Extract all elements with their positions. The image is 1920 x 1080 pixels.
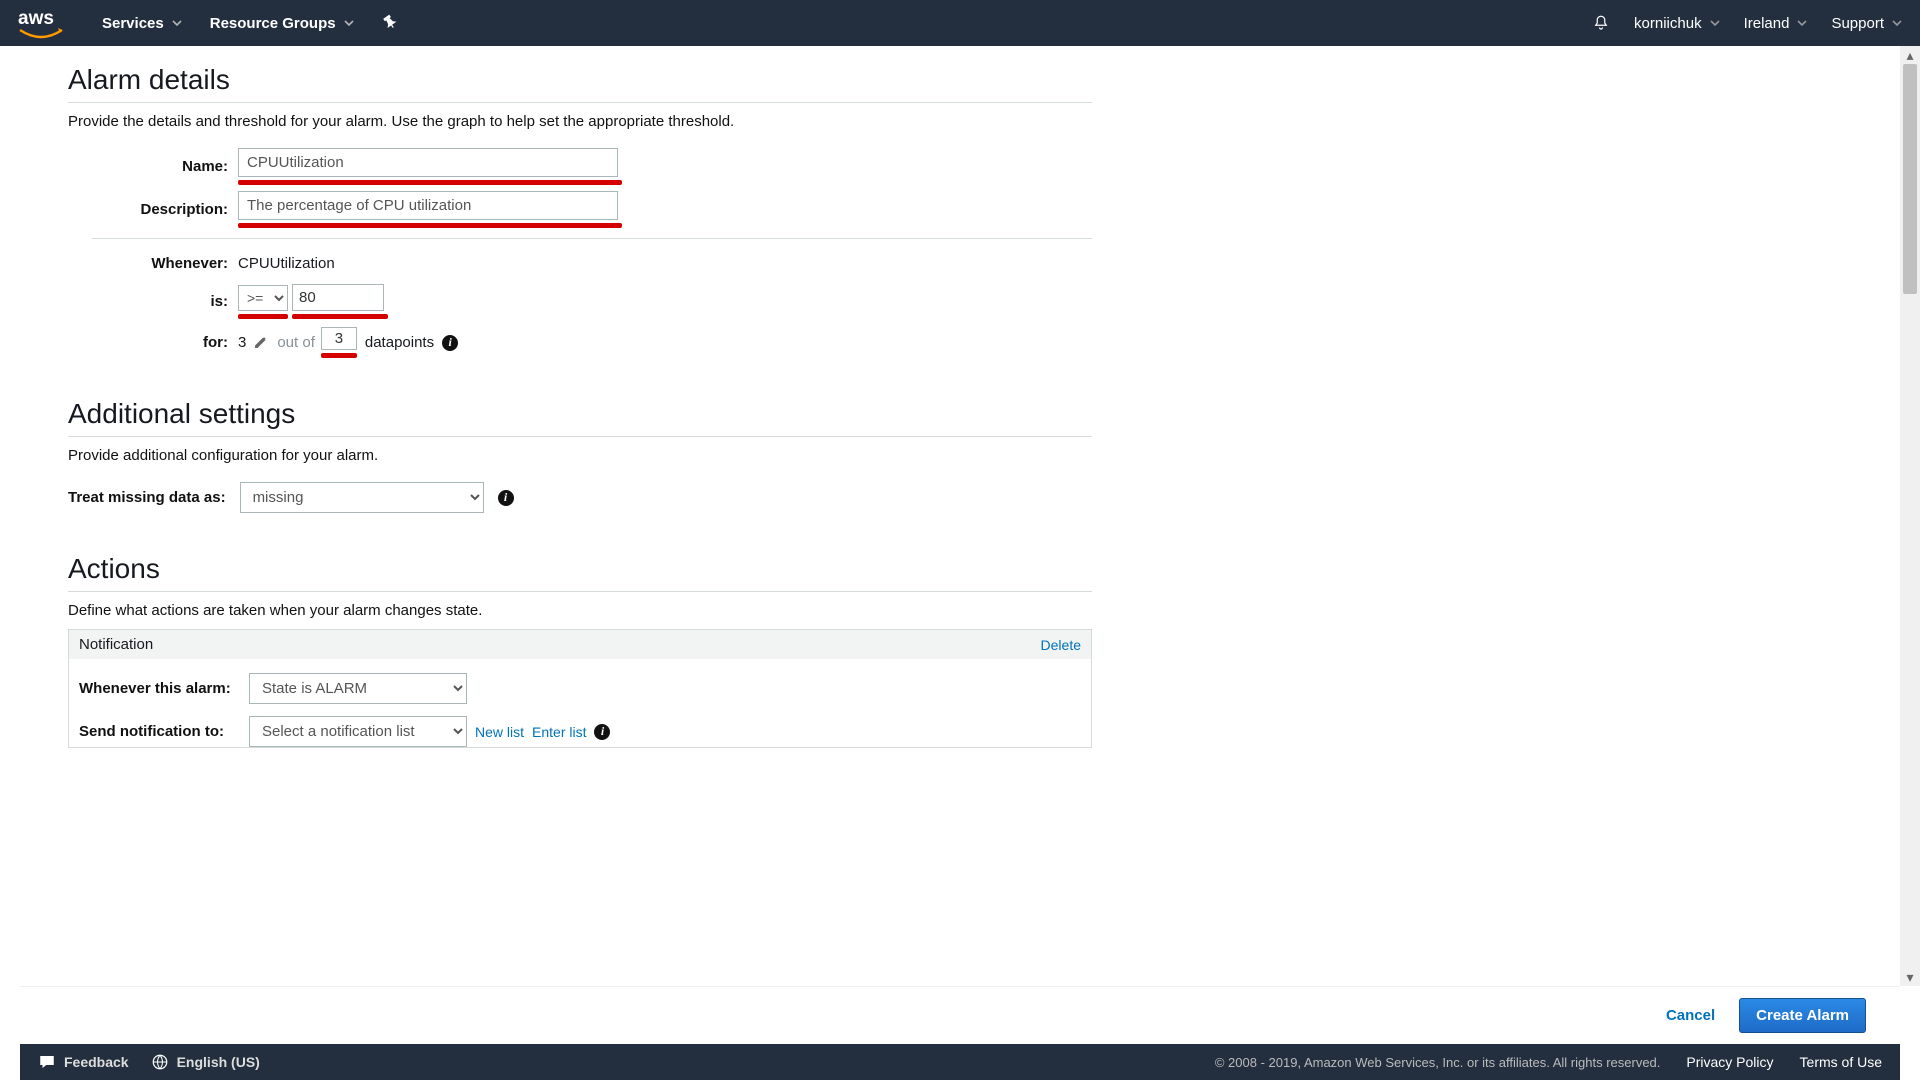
treat-missing-label: Treat missing data as: bbox=[68, 489, 240, 506]
additional-settings-desc: Provide additional configuration for you… bbox=[68, 447, 1092, 464]
notification-panel-header: Notification Delete bbox=[69, 630, 1091, 659]
create-alarm-button[interactable]: Create Alarm bbox=[1739, 998, 1866, 1033]
nav-user-label: korniichuk bbox=[1634, 15, 1702, 32]
content: Alarm details Provide the details and th… bbox=[68, 46, 1092, 748]
nav-region[interactable]: Ireland bbox=[1744, 15, 1808, 32]
additional-settings-form: Treat missing data as: missing i bbox=[68, 482, 1092, 513]
highlight-underline bbox=[321, 353, 357, 358]
highlight-underline bbox=[292, 314, 388, 319]
nav-region-label: Ireland bbox=[1744, 15, 1790, 32]
feedback-link[interactable]: Feedback bbox=[38, 1053, 129, 1071]
nav-support[interactable]: Support bbox=[1831, 15, 1902, 32]
aws-logo-text: aws bbox=[18, 8, 54, 29]
privacy-policy-link[interactable]: Privacy Policy bbox=[1686, 1054, 1773, 1070]
alarm-details-form: Name: Description: Whenever: CPUUtilizat… bbox=[68, 148, 1092, 358]
out-of-text: out of bbox=[277, 334, 315, 351]
whenever-label: Whenever: bbox=[68, 255, 238, 272]
notification-panel-body: Whenever this alarm: State is ALARM Send… bbox=[69, 659, 1091, 747]
pencil-icon[interactable] bbox=[254, 336, 267, 349]
for-label: for: bbox=[68, 334, 238, 351]
info-icon[interactable]: i bbox=[498, 490, 514, 506]
comparator-select[interactable]: >= bbox=[238, 285, 288, 311]
chevron-down-icon bbox=[1710, 15, 1720, 32]
nav-support-label: Support bbox=[1831, 15, 1884, 32]
alarm-details-desc: Provide the details and threshold for yo… bbox=[68, 113, 1092, 130]
top-nav: aws Services Resource Groups korniichuk … bbox=[0, 0, 1920, 46]
datapoints-text: datapoints bbox=[365, 334, 434, 351]
info-icon[interactable]: i bbox=[594, 724, 610, 740]
footer: Feedback English (US) © 2008 - 2019, Ama… bbox=[20, 1044, 1900, 1080]
main-scroll-area: Alarm details Provide the details and th… bbox=[20, 46, 1900, 986]
whenever-alarm-select[interactable]: State is ALARM bbox=[249, 673, 467, 704]
scroll-down-arrow[interactable]: ▾ bbox=[1900, 968, 1920, 986]
chevron-down-icon bbox=[344, 15, 354, 32]
alarm-details-title: Alarm details bbox=[68, 64, 1092, 103]
divider bbox=[92, 238, 1092, 239]
language-label: English (US) bbox=[177, 1054, 260, 1070]
whenever-metric: CPUUtilization bbox=[238, 255, 335, 272]
highlight-underline bbox=[238, 223, 622, 228]
nav-resource-groups[interactable]: Resource Groups bbox=[210, 15, 354, 32]
highlight-underline bbox=[238, 180, 622, 185]
enter-list-link[interactable]: Enter list bbox=[532, 724, 586, 740]
info-icon[interactable]: i bbox=[442, 335, 458, 351]
language-selector[interactable]: English (US) bbox=[151, 1053, 260, 1071]
actions-title: Actions bbox=[68, 553, 1092, 592]
highlight-underline bbox=[238, 314, 288, 319]
nav-notifications[interactable] bbox=[1592, 14, 1610, 32]
threshold-input[interactable] bbox=[292, 284, 384, 311]
terms-of-use-link[interactable]: Terms of Use bbox=[1800, 1054, 1882, 1070]
aws-logo[interactable]: aws bbox=[18, 8, 64, 38]
treat-missing-select[interactable]: missing bbox=[240, 482, 484, 513]
globe-icon bbox=[151, 1053, 169, 1071]
nav-right: korniichuk Ireland Support bbox=[1568, 14, 1902, 32]
nav-services[interactable]: Services bbox=[102, 15, 182, 32]
bell-icon bbox=[1592, 14, 1610, 32]
feedback-label: Feedback bbox=[64, 1054, 129, 1070]
for-n: 3 bbox=[238, 334, 246, 351]
alarm-description-input[interactable] bbox=[238, 191, 618, 220]
cancel-button[interactable]: Cancel bbox=[1666, 1007, 1715, 1024]
new-list-link[interactable]: New list bbox=[475, 724, 524, 740]
is-label: is: bbox=[68, 293, 238, 310]
whenever-alarm-label: Whenever this alarm: bbox=[79, 680, 249, 697]
notification-title: Notification bbox=[79, 636, 153, 653]
nav-pin[interactable] bbox=[382, 16, 396, 30]
speech-bubble-icon bbox=[38, 1053, 56, 1071]
chevron-down-icon bbox=[1797, 15, 1807, 32]
for-m-input[interactable] bbox=[321, 327, 357, 350]
scrollbar-thumb[interactable] bbox=[1903, 64, 1917, 294]
scrollbar[interactable]: ▴ ▾ bbox=[1900, 46, 1920, 986]
name-label: Name: bbox=[68, 158, 238, 175]
nav-resource-groups-label: Resource Groups bbox=[210, 15, 336, 32]
actions-desc: Define what actions are taken when your … bbox=[68, 602, 1092, 619]
chevron-down-icon bbox=[172, 15, 182, 32]
additional-settings-title: Additional settings bbox=[68, 398, 1092, 437]
alarm-name-input[interactable] bbox=[238, 148, 618, 177]
copyright-text: © 2008 - 2019, Amazon Web Services, Inc.… bbox=[1215, 1055, 1661, 1070]
send-to-select[interactable]: Select a notification list bbox=[249, 716, 467, 747]
scroll-up-arrow[interactable]: ▴ bbox=[1900, 46, 1920, 64]
nav-services-label: Services bbox=[102, 15, 164, 32]
pin-icon bbox=[379, 13, 398, 32]
send-to-label: Send notification to: bbox=[79, 723, 249, 740]
aws-smile-icon bbox=[18, 30, 64, 38]
description-label: Description: bbox=[68, 201, 238, 218]
nav-user[interactable]: korniichuk bbox=[1634, 15, 1720, 32]
chevron-down-icon bbox=[1892, 15, 1902, 32]
delete-notification-link[interactable]: Delete bbox=[1041, 637, 1081, 653]
notification-panel: Notification Delete Whenever this alarm:… bbox=[68, 629, 1092, 748]
action-bar: Cancel Create Alarm bbox=[20, 986, 1900, 1044]
